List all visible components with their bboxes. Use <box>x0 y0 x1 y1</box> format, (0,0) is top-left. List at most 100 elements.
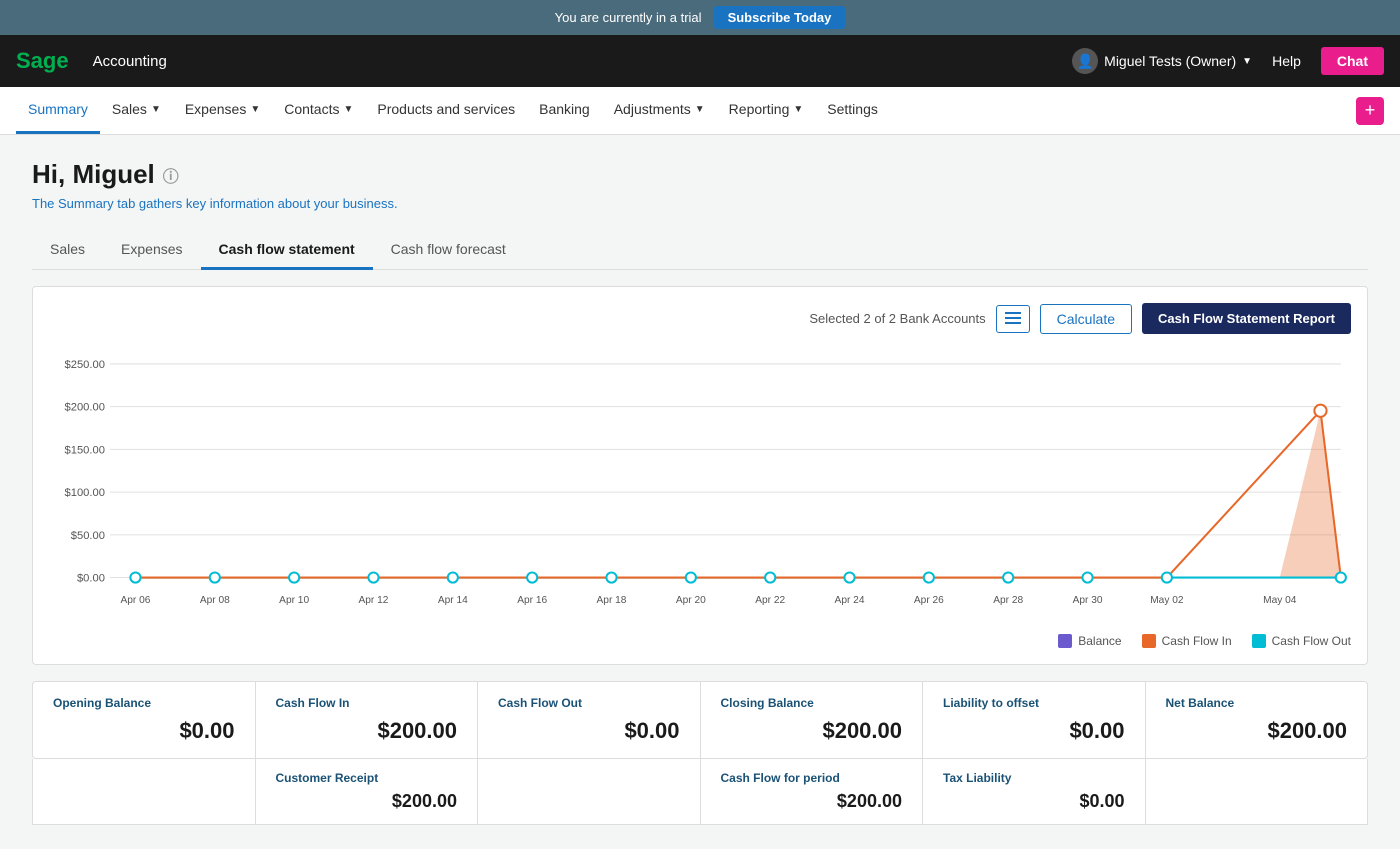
svg-text:Apr 18: Apr 18 <box>597 595 627 606</box>
cash-flow-out-card: Cash Flow Out $0.00 <box>478 682 701 758</box>
filter-icon-button[interactable] <box>996 305 1030 333</box>
calculate-button[interactable]: Calculate <box>1040 304 1132 334</box>
net-balance-value: $200.00 <box>1166 718 1348 744</box>
tab-sales[interactable]: Sales <box>32 231 103 270</box>
nav-item-sales[interactable]: Sales ▼ <box>100 87 173 134</box>
svg-text:$250.00: $250.00 <box>65 359 105 371</box>
legend-cash-flow-out: Cash Flow Out <box>1252 634 1351 648</box>
nav-plus-button[interactable]: + <box>1356 97 1384 125</box>
legend-cash-flow-in-label: Cash Flow In <box>1162 634 1232 648</box>
cash-flow-period-label: Cash Flow for period <box>721 771 903 785</box>
trial-message: You are currently in a trial <box>555 10 702 25</box>
opening-balance-card: Opening Balance $0.00 <box>33 682 256 758</box>
main-navigation: Summary Sales ▼ Expenses ▼ Contacts ▼ Pr… <box>0 87 1400 135</box>
cash-flow-out-value: $0.00 <box>498 718 680 744</box>
nav-item-expenses[interactable]: Expenses ▼ <box>173 87 272 134</box>
content-tabs: Sales Expenses Cash flow statement Cash … <box>32 231 1368 270</box>
legend-balance-label: Balance <box>1078 634 1121 648</box>
opening-balance-value: $0.00 <box>53 718 235 744</box>
customer-receipt-label: Customer Receipt <box>276 771 458 785</box>
svg-text:Apr 14: Apr 14 <box>438 595 468 606</box>
greeting-help-icon[interactable]: ⓘ <box>163 163 179 187</box>
nav-item-settings[interactable]: Settings <box>815 87 890 134</box>
expenses-chevron-icon: ▼ <box>250 104 260 115</box>
svg-text:Apr 20: Apr 20 <box>676 595 706 606</box>
chat-button[interactable]: Chat <box>1321 47 1384 75</box>
cash-flow-in-value: $200.00 <box>276 718 458 744</box>
cash-flow-period-card: Cash Flow for period $200.00 <box>701 759 924 824</box>
customer-receipt-value: $200.00 <box>276 791 458 812</box>
user-menu[interactable]: 👤 Miguel Tests (Owner) ▼ <box>1072 48 1252 74</box>
nav-item-adjustments[interactable]: Adjustments ▼ <box>602 87 717 134</box>
svg-text:$0.00: $0.00 <box>77 573 105 585</box>
svg-text:$50.00: $50.00 <box>71 530 105 542</box>
cash-flow-period-value: $200.00 <box>721 791 903 812</box>
adjustments-chevron-icon: ▼ <box>695 104 705 115</box>
user-chevron-icon: ▼ <box>1242 56 1252 67</box>
nav-item-reporting[interactable]: Reporting ▼ <box>717 87 816 134</box>
filter-icon <box>1005 312 1021 324</box>
sage-logo: Sage <box>16 48 69 74</box>
closing-balance-label: Closing Balance <box>721 696 903 710</box>
liability-offset-value: $0.00 <box>943 718 1125 744</box>
net-balance-label: Net Balance <box>1166 696 1348 710</box>
svg-text:Apr 06: Apr 06 <box>120 595 150 606</box>
summary-cards-row1: Opening Balance $0.00 Cash Flow In $200.… <box>32 681 1368 759</box>
empty-card-3 <box>1146 759 1368 824</box>
liability-offset-card: Liability to offset $0.00 <box>923 682 1146 758</box>
chart-svg: $250.00 $200.00 $150.00 $100.00 $50.00 $… <box>49 346 1351 626</box>
cash-flow-in-label: Cash Flow In <box>276 696 458 710</box>
tab-expenses[interactable]: Expenses <box>103 231 200 270</box>
help-link[interactable]: Help <box>1272 53 1301 69</box>
svg-text:Apr 24: Apr 24 <box>835 595 865 606</box>
svg-text:May 02: May 02 <box>1150 595 1184 606</box>
balance-color-swatch <box>1058 634 1072 648</box>
bank-accounts-label: Selected 2 of 2 Bank Accounts <box>809 311 985 326</box>
empty-card-2 <box>478 759 701 824</box>
legend-cash-flow-in: Cash Flow In <box>1142 634 1232 648</box>
user-name: Miguel Tests (Owner) <box>1104 53 1236 69</box>
chart-panel: Selected 2 of 2 Bank Accounts Calculate … <box>32 286 1368 665</box>
subscribe-button[interactable]: Subscribe Today <box>714 6 846 29</box>
contacts-chevron-icon: ▼ <box>343 104 353 115</box>
tab-cash-flow-forecast[interactable]: Cash flow forecast <box>373 231 524 270</box>
nav-item-products[interactable]: Products and services <box>365 87 527 134</box>
nav-item-banking[interactable]: Banking <box>527 87 602 134</box>
nav-item-contacts[interactable]: Contacts ▼ <box>272 87 365 134</box>
nav-item-summary[interactable]: Summary <box>16 87 100 134</box>
user-avatar-icon: 👤 <box>1072 48 1098 74</box>
net-balance-card: Net Balance $200.00 <box>1146 682 1368 758</box>
legend-cash-flow-out-label: Cash Flow Out <box>1272 634 1351 648</box>
svg-text:Apr 30: Apr 30 <box>1073 595 1103 606</box>
svg-text:$200.00: $200.00 <box>65 402 105 414</box>
liability-offset-label: Liability to offset <box>943 696 1125 710</box>
page-subtitle: The Summary tab gathers key information … <box>32 196 1368 211</box>
legend-balance: Balance <box>1058 634 1121 648</box>
sales-chevron-icon: ▼ <box>151 104 161 115</box>
chart-legend: Balance Cash Flow In Cash Flow Out <box>49 634 1351 648</box>
tab-cash-flow-statement[interactable]: Cash flow statement <box>201 231 373 270</box>
svg-text:Apr 16: Apr 16 <box>517 595 547 606</box>
svg-text:$100.00: $100.00 <box>65 487 105 499</box>
top-navigation: Sage Accounting 👤 Miguel Tests (Owner) ▼… <box>0 35 1400 87</box>
svg-text:Apr 22: Apr 22 <box>755 595 785 606</box>
svg-text:Apr 10: Apr 10 <box>279 595 309 606</box>
page-content: Hi, Miguel ⓘ The Summary tab gathers key… <box>0 135 1400 849</box>
tax-liability-value: $0.00 <box>943 791 1125 812</box>
summary-cards-row2: Customer Receipt $200.00 Cash Flow for p… <box>32 759 1368 825</box>
chart-area: $250.00 $200.00 $150.00 $100.00 $50.00 $… <box>49 346 1351 626</box>
cash-flow-in-card: Cash Flow In $200.00 <box>256 682 479 758</box>
cash-flow-report-button[interactable]: Cash Flow Statement Report <box>1142 303 1351 334</box>
trial-banner: You are currently in a trial Subscribe T… <box>0 0 1400 35</box>
svg-text:Apr 08: Apr 08 <box>200 595 230 606</box>
svg-text:May 04: May 04 <box>1263 595 1297 606</box>
svg-text:Apr 28: Apr 28 <box>993 595 1023 606</box>
reporting-chevron-icon: ▼ <box>793 104 803 115</box>
customer-receipt-card: Customer Receipt $200.00 <box>256 759 479 824</box>
app-name: Accounting <box>93 53 167 70</box>
page-greeting: Hi, Miguel ⓘ The Summary tab gathers key… <box>32 159 1368 211</box>
svg-text:$150.00: $150.00 <box>65 444 105 456</box>
tax-liability-card: Tax Liability $0.00 <box>923 759 1146 824</box>
cash-flow-out-label: Cash Flow Out <box>498 696 680 710</box>
chart-header: Selected 2 of 2 Bank Accounts Calculate … <box>49 303 1351 334</box>
